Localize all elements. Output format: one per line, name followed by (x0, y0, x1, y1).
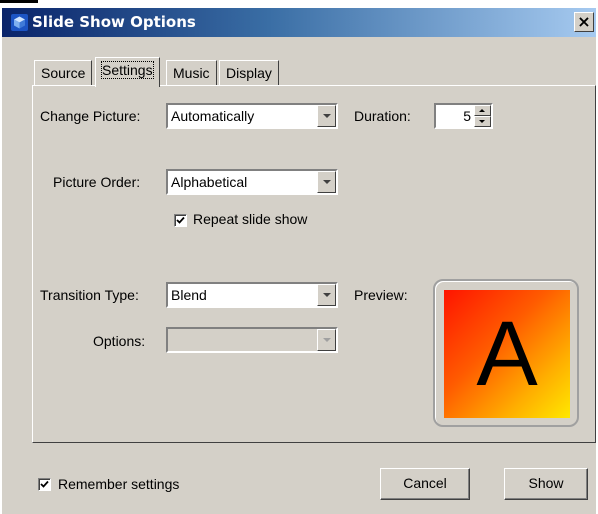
remember-settings-checkbox[interactable] (38, 478, 51, 491)
cancel-button[interactable]: Cancel (380, 468, 470, 500)
options-label: Options: (93, 333, 146, 349)
top-edge-line (0, 0, 38, 3)
picture-order-value: Alphabetical (171, 174, 248, 190)
transition-type-label: Transition Type: (40, 287, 139, 303)
picture-order-label: Picture Order: (53, 174, 141, 190)
window-title: Slide Show Options (32, 13, 196, 31)
cancel-button-label: Cancel (403, 475, 447, 491)
settings-panel: Change Picture: Automatically Duration: … (32, 85, 596, 443)
tab-settings[interactable]: Settings (95, 57, 160, 87)
spin-up-icon[interactable] (474, 105, 491, 116)
show-button-label: Show (528, 475, 564, 491)
chevron-down-icon[interactable] (317, 284, 336, 306)
tab-music-label: Music (173, 65, 210, 81)
tab-display[interactable]: Display (219, 60, 279, 85)
spin-down-icon[interactable] (474, 116, 491, 127)
duration-value: 5 (463, 108, 471, 124)
title-bar[interactable]: Slide Show Options × (2, 8, 596, 37)
tab-source[interactable]: Source (34, 60, 93, 85)
chevron-down-icon[interactable] (317, 171, 336, 193)
tab-source-label: Source (41, 65, 86, 81)
close-button[interactable]: × (574, 12, 594, 32)
transition-type-value: Blend (171, 287, 207, 303)
dialog-window: Slide Show Options × Source Settings Mus… (2, 8, 596, 514)
transition-preview: A (433, 279, 579, 427)
show-button[interactable]: Show (504, 468, 588, 500)
close-icon: × (577, 12, 591, 31)
preview-label: Preview: (354, 287, 408, 303)
change-picture-label: Change Picture: (40, 108, 141, 124)
app-cube-icon (11, 14, 28, 31)
duration-spinner[interactable]: 5 (434, 103, 493, 129)
preview-letter: A (476, 303, 538, 405)
change-picture-dropdown[interactable]: Automatically (166, 103, 338, 129)
checkmark-icon (176, 216, 185, 224)
repeat-slide-show-label: Repeat slide show (193, 211, 308, 227)
tab-music[interactable]: Music (166, 60, 217, 85)
transition-type-dropdown[interactable]: Blend (166, 282, 338, 308)
chevron-down-icon[interactable] (317, 329, 336, 351)
duration-label: Duration: (354, 108, 411, 124)
tab-settings-label: Settings (101, 61, 154, 79)
remember-settings-label: Remember settings (58, 476, 180, 492)
change-picture-value: Automatically (171, 108, 255, 124)
options-dropdown[interactable] (166, 327, 338, 353)
checkmark-icon (40, 480, 49, 488)
chevron-down-icon[interactable] (317, 105, 336, 127)
tab-display-label: Display (226, 65, 272, 81)
preview-image: A (444, 290, 570, 418)
repeat-slide-show-checkbox[interactable] (174, 214, 187, 227)
picture-order-dropdown[interactable]: Alphabetical (166, 169, 338, 195)
